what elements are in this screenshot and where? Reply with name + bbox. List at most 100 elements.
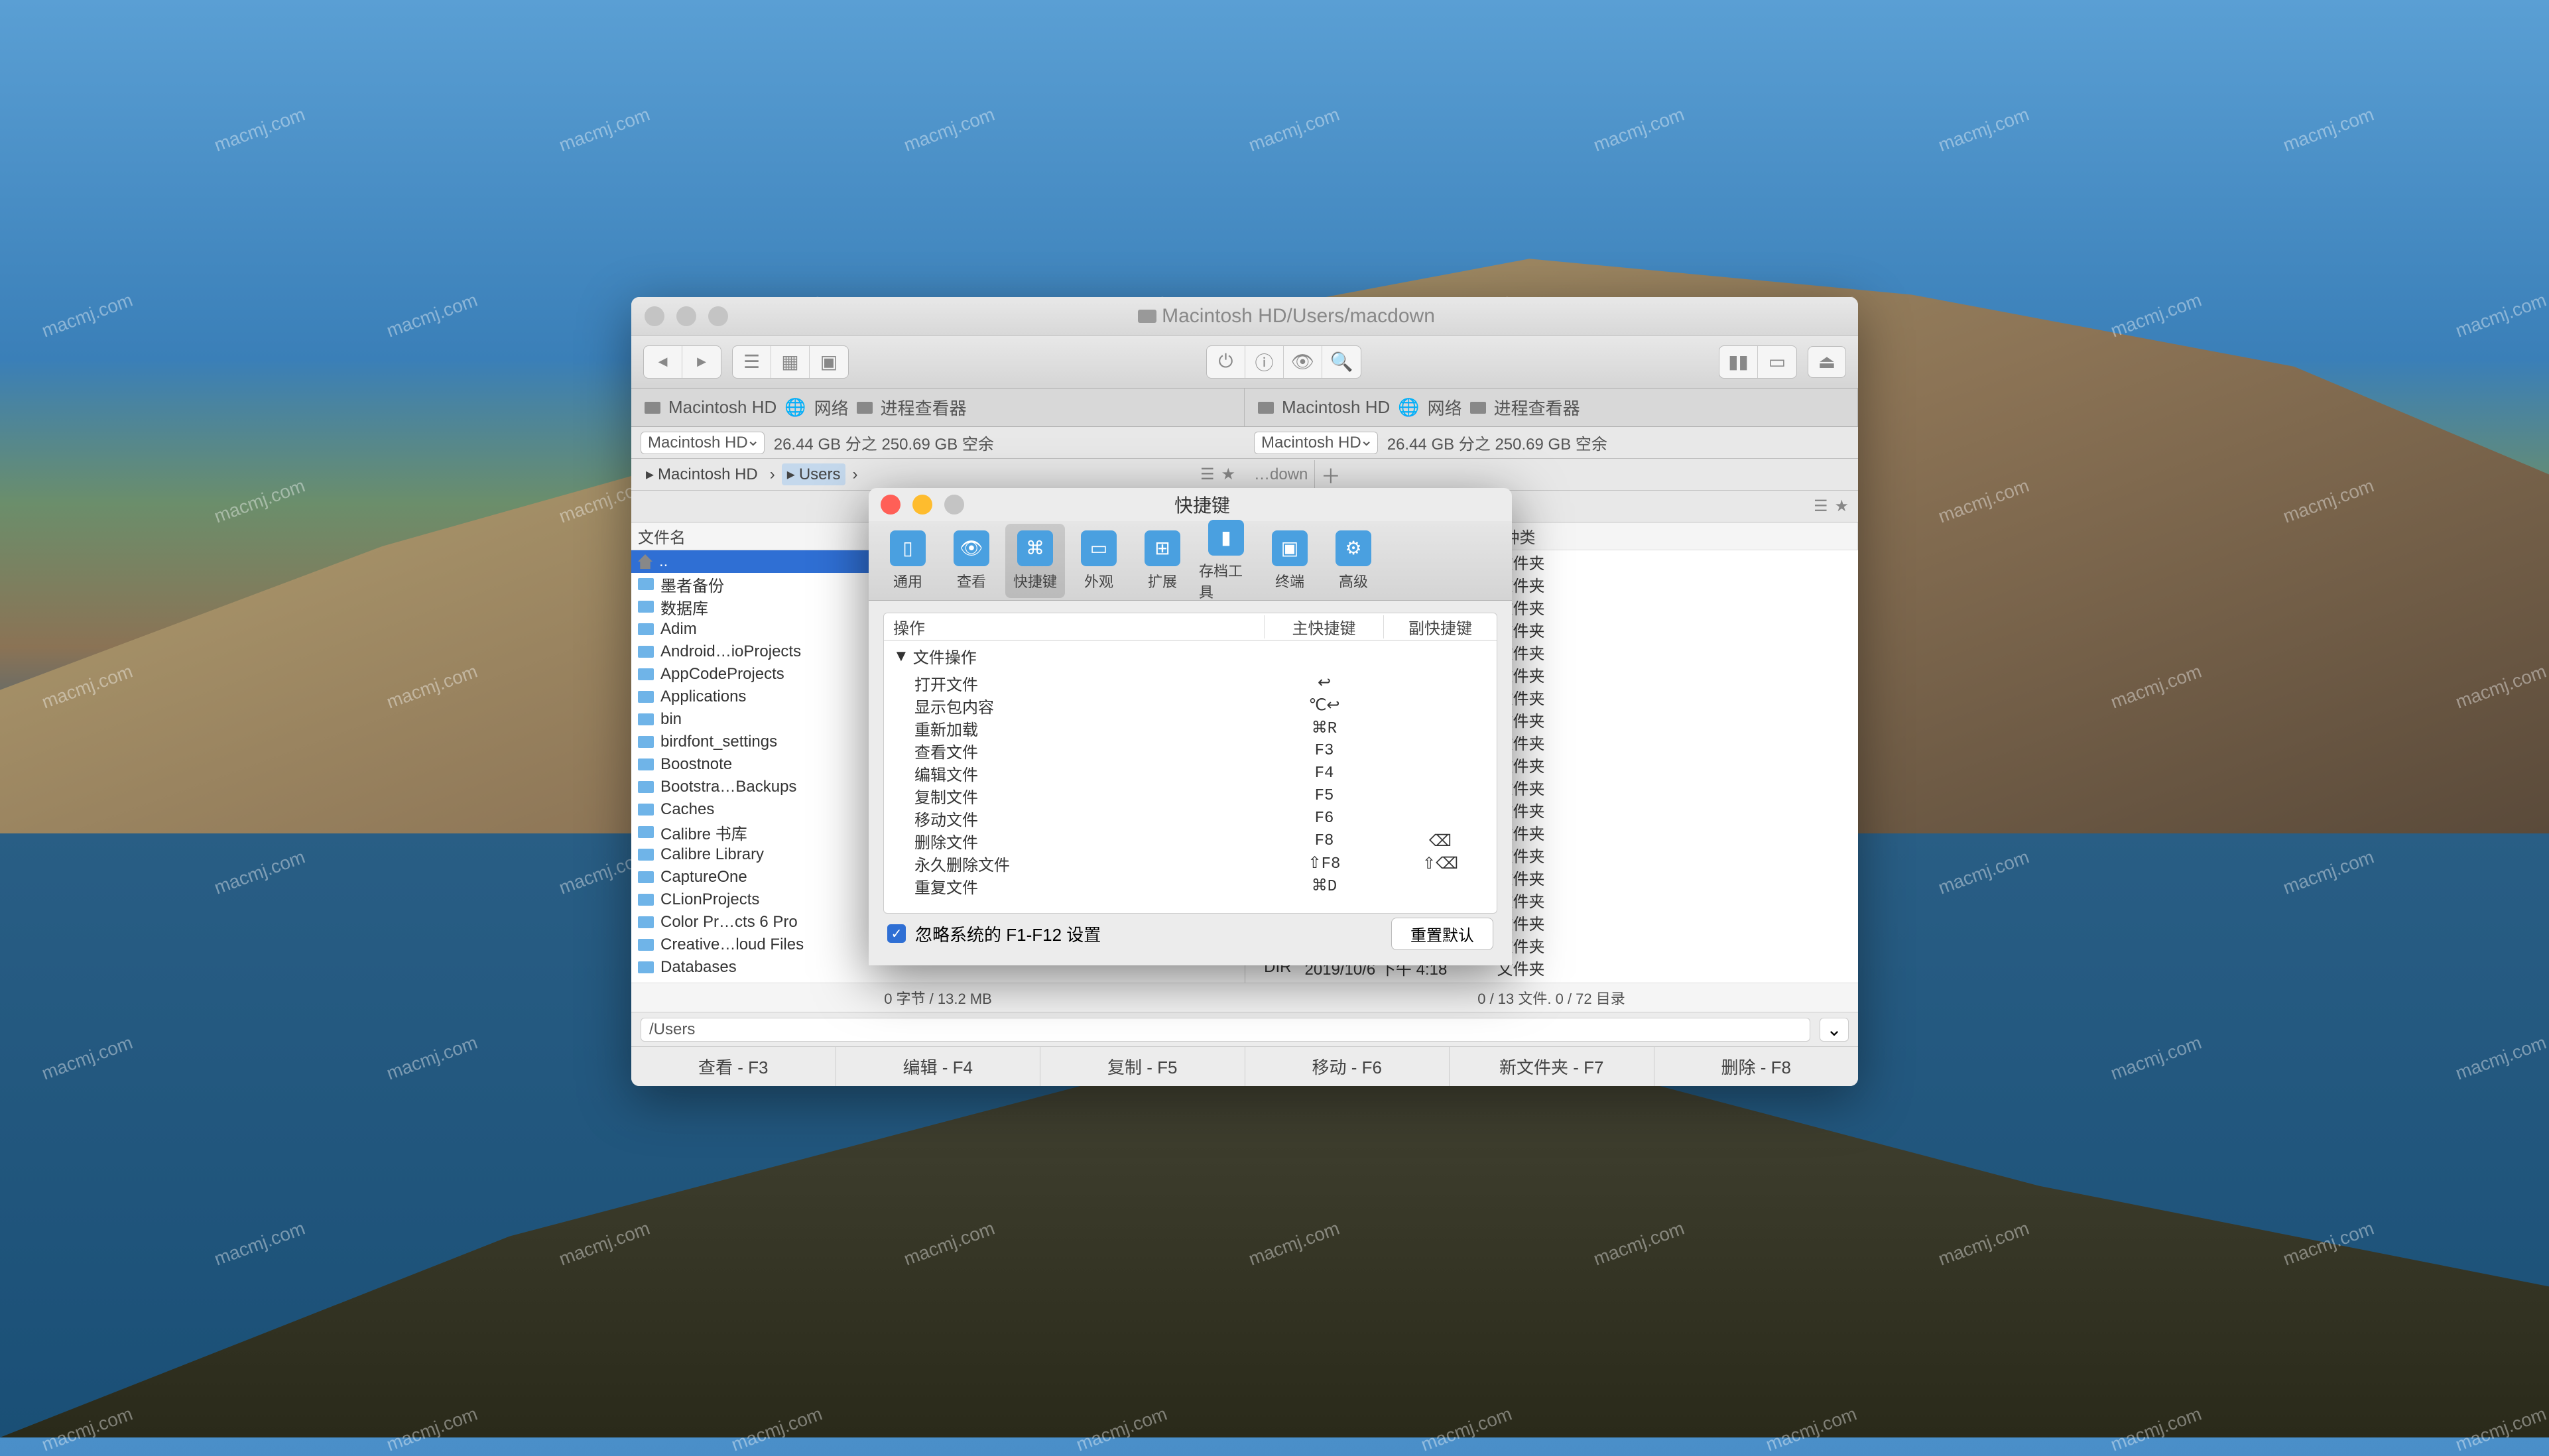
prefs-tab-archive[interactable]: ▮ 存档工具 <box>1196 513 1256 609</box>
window-minimize-button[interactable] <box>676 306 696 326</box>
status-bar: 0 字节 / 13.2 MB 0 / 13 文件. 0 / 72 目录 <box>631 983 1858 1012</box>
path-history-dropdown[interactable]: ⌄ <box>1820 1018 1849 1042</box>
add-tab-button[interactable]: ＋ <box>1314 460 1346 489</box>
path-input[interactable]: /Users <box>641 1018 1810 1042</box>
tab-procview-label[interactable]: 进程查看器 <box>881 395 967 420</box>
action-edit[interactable]: 编辑 - F4 <box>836 1047 1041 1086</box>
tab-disk-label[interactable]: Macintosh HD <box>668 397 777 418</box>
action-bar: 查看 - F3 编辑 - F4 复制 - F5 移动 - F6 新文件夹 - F… <box>631 1046 1858 1086</box>
tab-disk-label[interactable]: Macintosh HD <box>1282 397 1390 418</box>
preview-button[interactable]: 👁 <box>1284 346 1322 378</box>
archive-icon: ▮ <box>1208 520 1244 556</box>
window-zoom-button[interactable] <box>944 495 964 515</box>
folder-icon <box>638 646 654 658</box>
folder-icon <box>638 691 654 703</box>
column-header-kind[interactable]: 种类 <box>1497 522 1859 550</box>
command-icon: ⌘ <box>1017 530 1053 566</box>
hotkey-row[interactable]: 复制文件F5 <box>884 784 1497 807</box>
window-close-button[interactable] <box>645 306 664 326</box>
window-title: Macintosh HD/Users/macdown <box>1162 305 1435 328</box>
status-right: 0 / 13 文件. 0 / 72 目录 <box>1245 983 1858 1012</box>
folder-icon <box>638 578 654 590</box>
left-drives-tab: Macintosh HD 🌐网络 进程查看器 <box>631 389 1245 426</box>
forward-button[interactable] <box>682 346 721 378</box>
drive-icon <box>1258 402 1274 414</box>
action-move[interactable]: 移动 - F6 <box>1245 1047 1450 1086</box>
hotkey-row[interactable]: 重复文件⌘D <box>884 875 1497 897</box>
hotkey-section-header[interactable]: ▼文件操作 <box>884 640 1497 672</box>
col-action[interactable]: 操作 <box>884 615 1265 638</box>
list-icon[interactable]: ☰ <box>1814 497 1828 516</box>
prefs-tab-terminal[interactable]: ▣ 终端 <box>1260 524 1320 598</box>
tab-procview-label[interactable]: 进程查看器 <box>1494 395 1580 420</box>
palette-icon: ▭ <box>1081 530 1117 566</box>
titlebar[interactable]: Macintosh HD/Users/macdown <box>631 297 1858 335</box>
star-icon[interactable]: ★ <box>1834 497 1849 516</box>
prefs-titlebar[interactable]: 快捷键 <box>869 488 1512 521</box>
toggle-hidden-button[interactable]: ⏻ <box>1207 346 1245 378</box>
folder-icon <box>638 939 654 951</box>
view-list-button[interactable]: ☰ <box>733 346 771 378</box>
hotkey-row[interactable]: 显示包内容℃↩ <box>884 694 1497 717</box>
back-button[interactable] <box>644 346 682 378</box>
disclosure-triangle-icon: ▼ <box>893 647 909 666</box>
folder-icon <box>638 894 654 906</box>
ignore-fkeys-checkbox[interactable]: ✓ <box>887 924 906 943</box>
disk-selector[interactable]: Macintosh HD <box>641 432 765 454</box>
prefs-tab-extensions[interactable]: ⊞ 扩展 <box>1133 524 1192 598</box>
prefs-tab-general[interactable]: ▯ 通用 <box>878 524 938 598</box>
hotkey-row[interactable]: 重新加载⌘R <box>884 717 1497 739</box>
window-zoom-button[interactable] <box>708 306 728 326</box>
folder-icon <box>638 601 654 613</box>
folder-icon <box>638 758 654 770</box>
prefs-tab-view[interactable]: 👁 查看 <box>942 524 1001 598</box>
hotkey-row[interactable]: 编辑文件F4 <box>884 762 1497 784</box>
window-minimize-button[interactable] <box>912 495 932 515</box>
sync-panes-button[interactable]: ▭ <box>1758 346 1796 378</box>
sliders-icon: ▯ <box>890 530 926 566</box>
folder-icon <box>638 849 654 861</box>
prefs-tabs: ▯ 通用 👁 查看 ⌘ 快捷键 ▭ 外观 ⊞ 扩展 ▮ 存档工具 ▣ 终端 ⚙ <box>869 521 1512 601</box>
action-newfolder[interactable]: 新文件夹 - F7 <box>1450 1047 1654 1086</box>
hotkey-row[interactable]: 查看文件F3 <box>884 739 1497 762</box>
monitor-icon <box>857 402 873 414</box>
view-icons-button[interactable]: ▣ <box>810 346 848 378</box>
action-view[interactable]: 查看 - F3 <box>631 1047 836 1086</box>
eject-button[interactable]: ⏏ <box>1808 346 1846 378</box>
hotkey-row[interactable]: 删除文件F8⌫ <box>884 829 1497 852</box>
hotkey-row[interactable]: 打开文件↩ <box>884 672 1497 694</box>
breadcrumb-segment[interactable]: ▸ Macintosh HD <box>641 463 763 485</box>
folder-icon <box>638 713 654 725</box>
action-copy[interactable]: 复制 - F5 <box>1040 1047 1245 1086</box>
col-secondary[interactable]: 副快捷键 <box>1384 615 1497 638</box>
disk-selector[interactable]: Macintosh HD <box>1254 432 1378 454</box>
prefs-tab-appearance[interactable]: ▭ 外观 <box>1069 524 1129 598</box>
list-icon[interactable]: ☰ <box>1200 465 1215 484</box>
quicklook-button[interactable]: 🔍 <box>1322 346 1361 378</box>
folder-icon <box>638 961 654 973</box>
home-icon <box>638 554 653 569</box>
breadcrumb-segment[interactable]: ▸ Users <box>782 463 846 485</box>
drives-tabbar: Macintosh HD 🌐网络 进程查看器 Macintosh HD 🌐网络 … <box>631 389 1858 427</box>
eye-icon: 👁 <box>954 530 989 566</box>
terminal-icon: ▣ <box>1272 530 1308 566</box>
prefs-tab-advanced[interactable]: ⚙ 高级 <box>1324 524 1383 598</box>
hotkey-row[interactable]: 移动文件F6 <box>884 807 1497 829</box>
drive-icon <box>1138 310 1156 323</box>
folder-icon <box>638 804 654 816</box>
tab-network-label[interactable]: 网络 <box>1428 395 1462 420</box>
hotkey-row[interactable]: 永久删除文件⇧F8⇧⌫ <box>884 852 1497 875</box>
info-button[interactable]: ⓘ <box>1245 346 1284 378</box>
action-delete[interactable]: 删除 - F8 <box>1654 1047 1859 1086</box>
folder-icon <box>638 916 654 928</box>
star-icon[interactable]: ★ <box>1221 465 1235 484</box>
prefs-tab-hotkeys[interactable]: ⌘ 快捷键 <box>1005 524 1065 598</box>
view-columns-button[interactable]: ▦ <box>771 346 810 378</box>
disk-info-bar: Macintosh HD 26.44 GB 分之 250.69 GB 空余 Ma… <box>631 427 1858 459</box>
reset-defaults-button[interactable]: 重置默认 <box>1391 918 1493 950</box>
hotkey-list[interactable]: ▼文件操作打开文件↩显示包内容℃↩重新加载⌘R查看文件F3编辑文件F4复制文件F… <box>883 640 1497 914</box>
col-primary[interactable]: 主快捷键 <box>1265 615 1384 638</box>
dual-pane-button[interactable]: ▮▮ <box>1719 346 1758 378</box>
tab-network-label[interactable]: 网络 <box>814 395 849 420</box>
window-close-button[interactable] <box>881 495 901 515</box>
